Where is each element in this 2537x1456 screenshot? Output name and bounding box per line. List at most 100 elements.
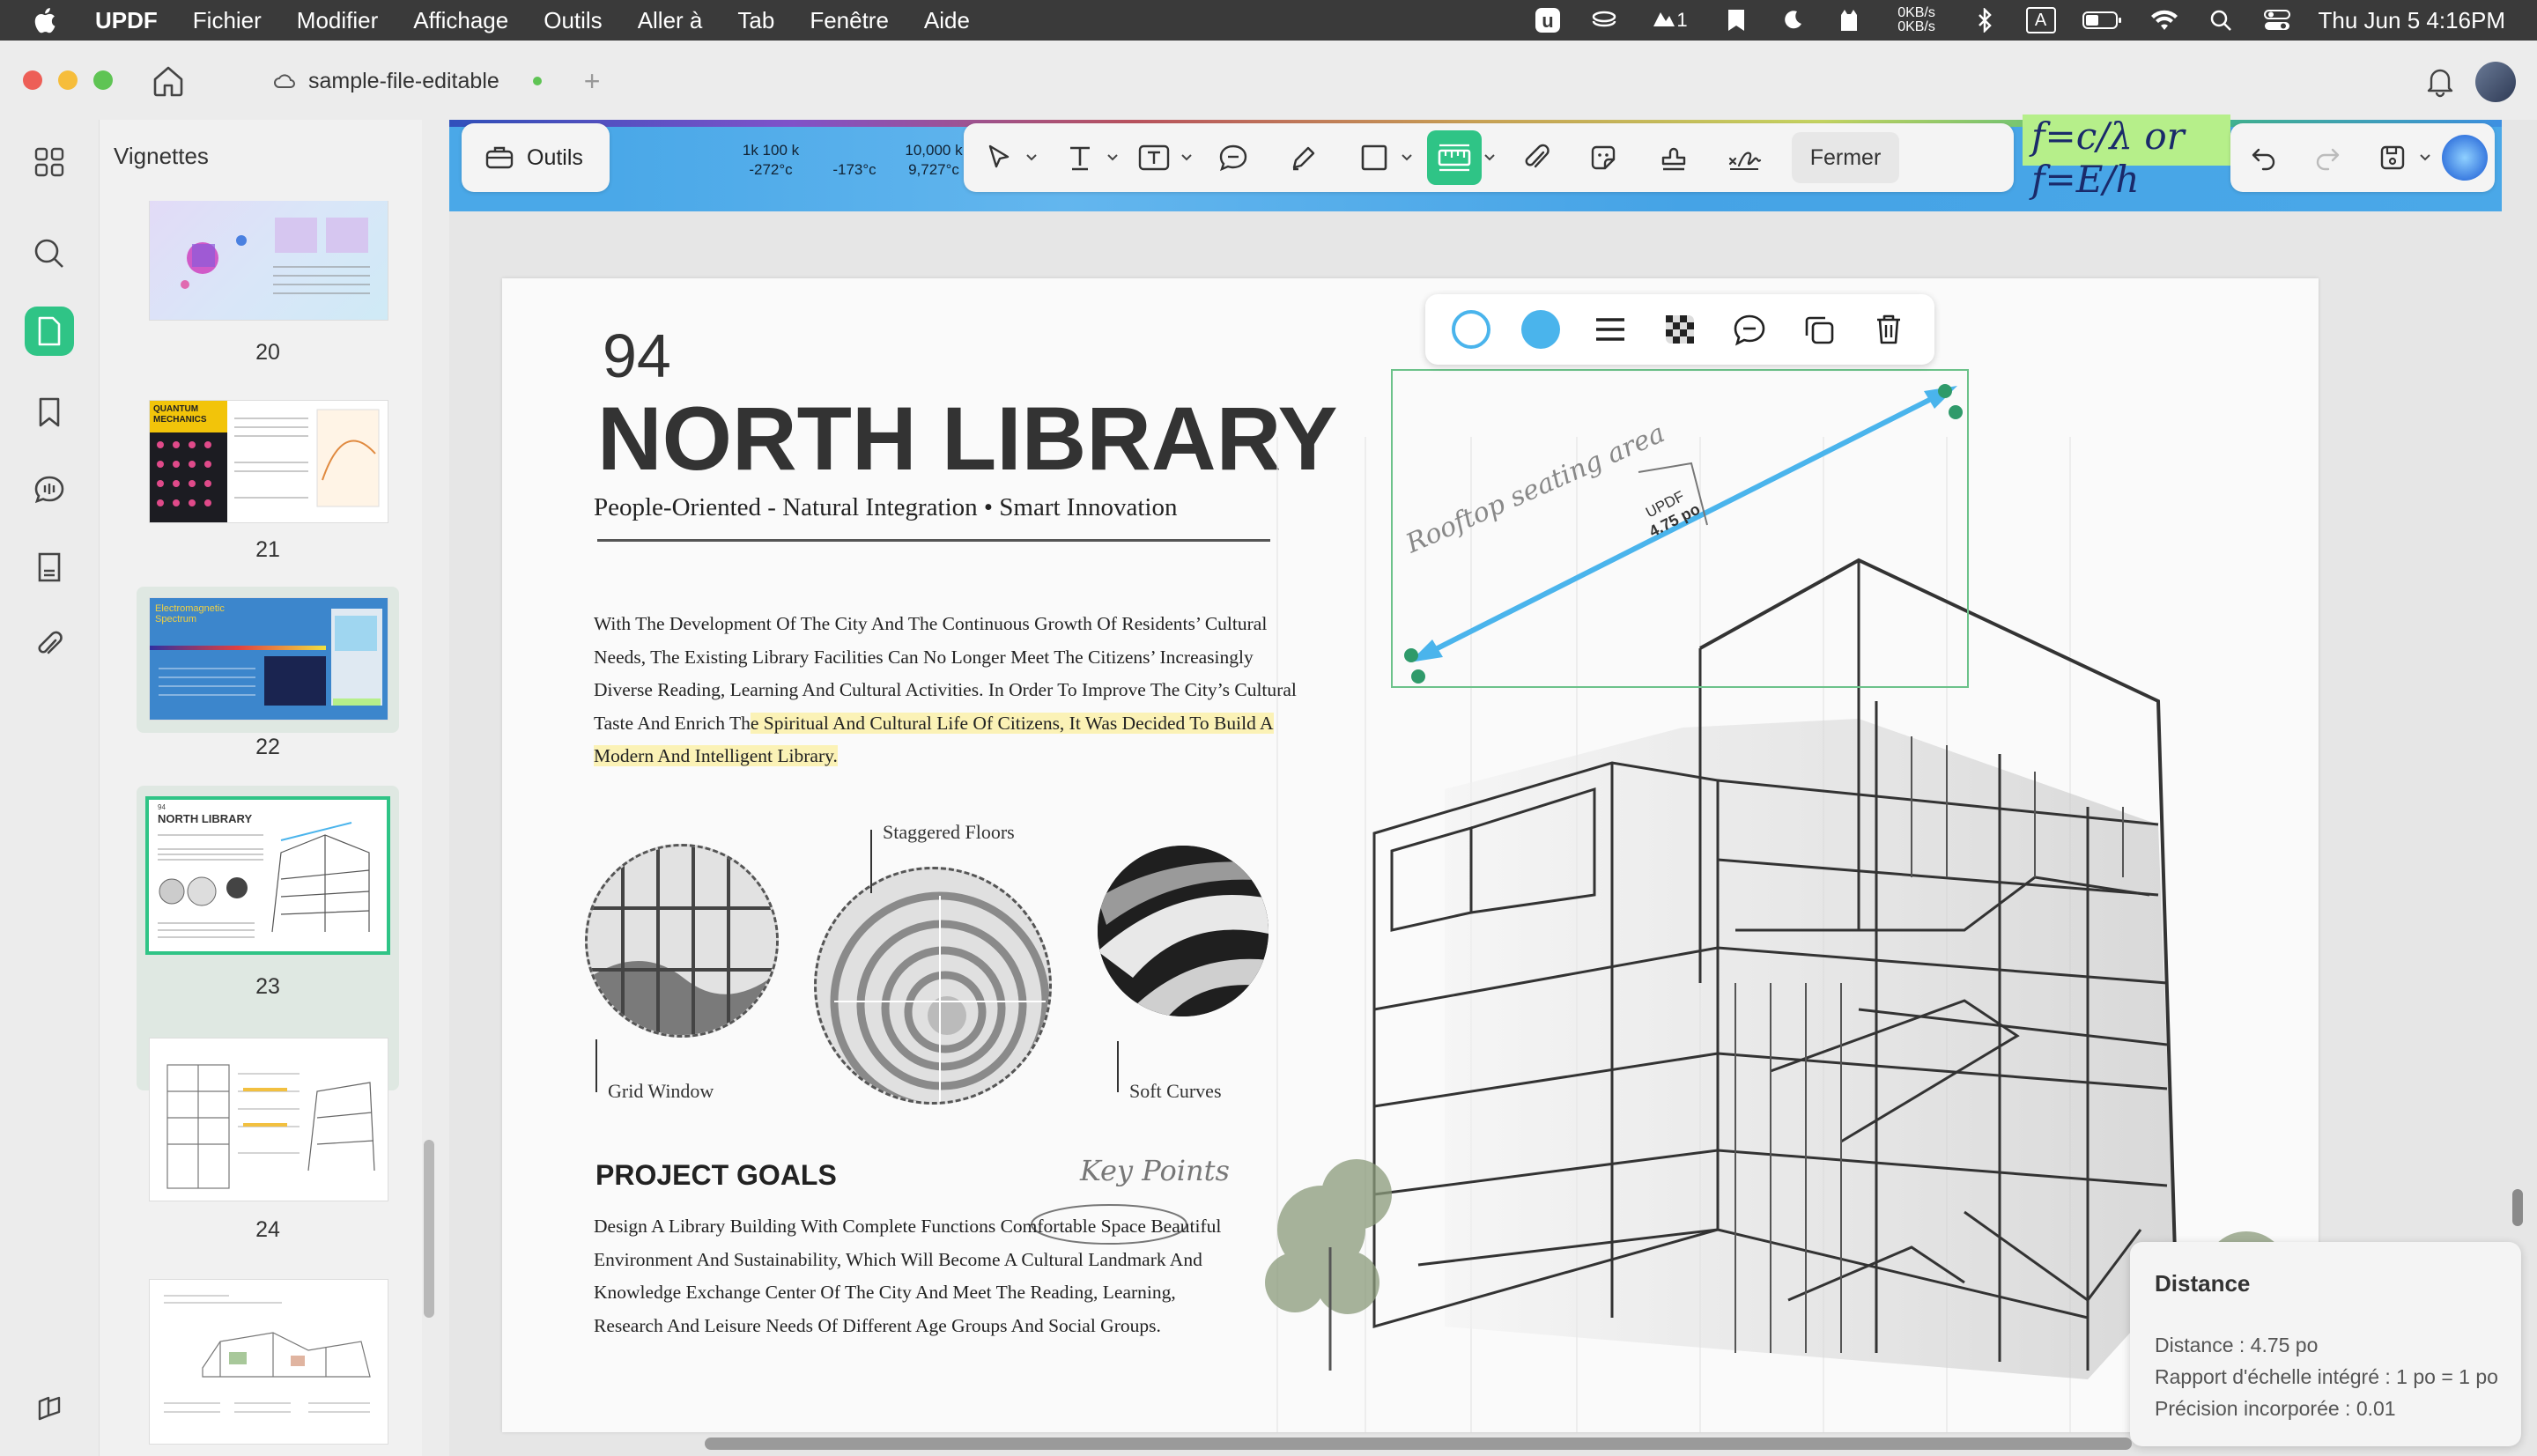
duplicate-button[interactable]: [1795, 306, 1843, 353]
thumbnail-graphic: [166, 1064, 375, 1189]
search-button[interactable]: [25, 229, 74, 278]
textbox-tool-dropdown[interactable]: [1179, 133, 1195, 182]
net-up: 0KB/s: [1897, 5, 1935, 20]
save-dropdown[interactable]: [2417, 133, 2433, 182]
bookmark-grid-icon[interactable]: [1721, 7, 1751, 33]
bluetooth-icon[interactable]: [1970, 7, 2000, 33]
sidebar-toggle-button[interactable]: [25, 1385, 74, 1434]
menu-aide[interactable]: Aide: [924, 7, 970, 34]
home-icon[interactable]: [148, 60, 189, 100]
new-tab-button[interactable]: +: [584, 65, 601, 98]
apple-logo-icon[interactable]: [32, 5, 56, 35]
menu-aller-a[interactable]: Aller à: [638, 7, 703, 34]
badge-app-icon[interactable]: 1: [1646, 7, 1695, 33]
sticker-tool-button[interactable]: [1579, 133, 1628, 182]
thumbnail-page-22[interactable]: Electromagnetic Spectrum: [149, 597, 388, 721]
network-speed: 0KB/s 0KB/s: [1890, 5, 1943, 34]
attachments-button[interactable]: [25, 620, 74, 669]
undo-button[interactable]: [2239, 133, 2289, 182]
line-weight-icon: [1595, 318, 1624, 341]
save-button[interactable]: [2368, 133, 2417, 182]
paperclip-icon: [38, 631, 63, 654]
circle-outline-icon: [1451, 310, 1490, 349]
menu-outils[interactable]: Outils: [544, 7, 602, 34]
toolbox-icon: [485, 146, 514, 169]
input-source-label: A: [2025, 7, 2056, 33]
text-icon: [1070, 146, 1090, 171]
thumbnails-title: Vignettes: [114, 143, 209, 169]
distance-value: Distance : 4.75 po: [2155, 1334, 2319, 1356]
pencil-icon: [1292, 146, 1315, 171]
comment-tool-button[interactable]: [1209, 133, 1258, 182]
updf-status-icon[interactable]: u: [1533, 7, 1563, 33]
annotation-toolbar: Fermer: [964, 123, 2014, 192]
thumbnail-page-21[interactable]: QUANTUM MECHANICS: [149, 400, 388, 523]
ruler-icon: [1438, 144, 1471, 172]
precision-value: Précision incorporée : 0.01: [2155, 1397, 2396, 1420]
distance-measure-annotation[interactable]: Rooftop seating area UPDF 4.75 po: [502, 278, 2319, 1432]
select-tool-button[interactable]: [974, 133, 1024, 182]
moon-icon[interactable]: [1778, 7, 1808, 33]
text-tool-dropdown[interactable]: [1105, 133, 1121, 182]
outils-button[interactable]: Outils: [462, 123, 610, 192]
thumbnail-caption: Electromagnetic Spectrum: [155, 603, 225, 625]
horizontal-scrollbar[interactable]: [705, 1438, 2132, 1450]
measure-tool-button[interactable]: [1427, 130, 1482, 185]
add-comment-button[interactable]: [1726, 306, 1773, 353]
shape-tool-button[interactable]: [1350, 133, 1399, 182]
thumbnail-page-25[interactable]: [149, 1279, 388, 1445]
menu-tab[interactable]: Tab: [737, 7, 774, 34]
chevron-down-icon: [1484, 154, 1495, 161]
menu-app-name[interactable]: UPDF: [95, 7, 158, 34]
menu-modifier[interactable]: Modifier: [297, 7, 378, 34]
opacity-button[interactable]: [1656, 306, 1704, 353]
apps-grid-button[interactable]: [25, 137, 74, 187]
vertical-scrollbar[interactable]: [2512, 1189, 2523, 1226]
line-style-button[interactable]: [1587, 306, 1634, 353]
battery-icon[interactable]: [2082, 7, 2123, 33]
stack-icon[interactable]: [1589, 7, 1619, 33]
user-avatar[interactable]: [2475, 62, 2516, 102]
select-tool-dropdown[interactable]: [1024, 133, 1039, 182]
organize-button[interactable]: [25, 543, 74, 592]
menu-affichage[interactable]: Affichage: [413, 7, 508, 34]
notification-bell-icon[interactable]: [2422, 63, 2458, 99]
thumbnails-scrollbar[interactable]: [424, 1140, 434, 1318]
measure-tool-dropdown[interactable]: [1482, 133, 1498, 182]
bookmarks-button[interactable]: [25, 388, 74, 437]
clock[interactable]: Thu Jun 5 4:16PM: [2319, 7, 2505, 34]
thumbnail-page-23[interactable]: 94 NORTH LIBRARY: [145, 796, 390, 955]
attach-tool-button[interactable]: [1512, 133, 1561, 182]
ai-assistant-button[interactable]: [2442, 135, 2488, 181]
redo-button[interactable]: [2303, 133, 2352, 182]
signature-tool-button[interactable]: [1720, 133, 1769, 182]
text-tool-button[interactable]: [1055, 133, 1105, 182]
stroke-color-button[interactable]: [1447, 306, 1495, 353]
textbox-tool-button[interactable]: [1129, 133, 1179, 182]
close-window-button[interactable]: [23, 70, 42, 90]
thumbnails-button[interactable]: [25, 307, 74, 356]
thumbnail-page-24[interactable]: [149, 1038, 388, 1201]
redo-icon: [2316, 148, 2340, 171]
zoom-window-button[interactable]: [93, 70, 113, 90]
fermer-button[interactable]: Fermer: [1792, 132, 1899, 183]
scale-label-top: 1k 100 k: [742, 142, 800, 159]
spotlight-search-icon[interactable]: [2206, 7, 2236, 33]
pencil-tool-button[interactable]: [1279, 133, 1328, 182]
control-center-icon[interactable]: [2262, 7, 2292, 33]
wifi-icon[interactable]: [2149, 7, 2179, 33]
cat-icon[interactable]: [1834, 7, 1864, 33]
minimize-window-button[interactable]: [58, 70, 78, 90]
comments-button[interactable]: [25, 465, 74, 514]
chevron-down-icon: [1181, 154, 1192, 161]
thumbnail-number: 23: [255, 974, 280, 999]
fill-color-button[interactable]: [1517, 306, 1564, 353]
cursor-icon: [988, 144, 1010, 168]
document-tab[interactable]: sample-file-editable +: [273, 63, 600, 99]
menu-fichier[interactable]: Fichier: [193, 7, 262, 34]
shape-tool-dropdown[interactable]: [1399, 133, 1415, 182]
delete-button[interactable]: [1865, 306, 1912, 353]
stamp-tool-button[interactable]: [1649, 133, 1698, 182]
input-source-icon[interactable]: A: [2025, 7, 2056, 33]
menu-fenetre[interactable]: Fenêtre: [810, 7, 889, 34]
